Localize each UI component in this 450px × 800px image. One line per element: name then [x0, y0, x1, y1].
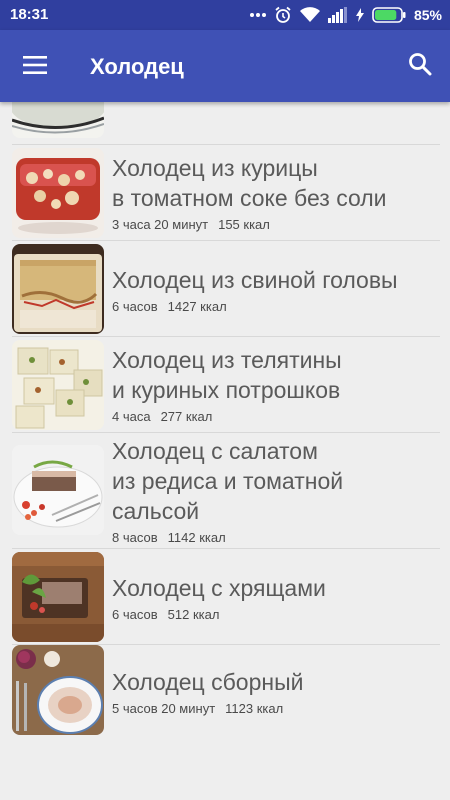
recipe-time: 5 часов 20 минут: [112, 701, 216, 716]
recipe-text: Холодец с хрящами 6 часов 512 ккал: [112, 573, 440, 622]
menu-button[interactable]: [14, 46, 56, 88]
list-item-partial[interactable]: [12, 102, 440, 145]
recipe-meta: 4 часа 277 ккал: [112, 409, 440, 424]
recipe-meta: 3 часа 20 минут 155 ккал: [112, 217, 440, 232]
recipe-name-line: в томатном соке без соли: [112, 185, 387, 211]
recipe-calories: 277 ккал: [160, 409, 213, 424]
recipe-time: 8 часов: [112, 530, 158, 545]
recipe-name: Холодец сборный: [112, 667, 440, 697]
recipe-time: 3 часа 20 минут: [112, 217, 209, 232]
recipe-name-line: сальсой: [112, 498, 200, 524]
recipe-meta: 5 часов 20 минут 1123 ккал: [112, 701, 440, 716]
recipe-meta: 6 часов 512 ккал: [112, 607, 440, 622]
recipe-text: Холодец из курицы в томатном соке без со…: [112, 153, 440, 232]
recipe-thumbnail: [12, 445, 104, 535]
battery-icon: [372, 7, 406, 23]
recipe-name-line: Холодец с салатом: [112, 438, 318, 464]
recipe-calories: 512 ккал: [167, 607, 220, 622]
list-item[interactable]: Холодец с салатом из редиса и томатной с…: [12, 433, 440, 549]
recipe-name-line: Холодец из свиной головы: [112, 267, 398, 293]
status-icons: 85%: [249, 5, 442, 25]
recipe-thumbnail: [12, 148, 104, 238]
list-item[interactable]: Холодец из свиной головы 6 часов 1427 кка…: [12, 241, 440, 337]
recipe-name: Холодец из курицы в томатном соке без со…: [112, 153, 440, 213]
recipe-name-line: Холодец из телятины: [112, 347, 342, 373]
recipe-calories: 1142 ккал: [167, 530, 226, 545]
more-dots-icon: [249, 12, 266, 18]
hamburger-menu-icon: [23, 55, 47, 79]
recipe-time: 6 часов: [112, 299, 158, 314]
list-item[interactable]: Холодец из курицы в томатном соке без со…: [12, 145, 440, 241]
recipe-thumbnail: [12, 244, 104, 334]
recipe-thumbnail: [12, 102, 104, 138]
wifi-icon: [299, 7, 320, 23]
list-item[interactable]: Холодец сборный 5 часов 20 минут 1123 кка…: [12, 645, 440, 741]
recipe-calories: 1123 ккал: [225, 701, 284, 716]
recipe-calories: 1427 ккал: [167, 299, 227, 314]
list-item[interactable]: Холодец с хрящами 6 часов 512 ккал: [12, 549, 440, 645]
recipe-name: Холодец с хрящами: [112, 573, 440, 603]
recipe-thumbnail: [12, 340, 104, 430]
recipe-name: Холодец с салатом из редиса и томатной с…: [112, 436, 440, 526]
recipe-calories: 155 ккал: [218, 217, 270, 232]
recipe-list[interactable]: Холодец из курицы в томатном соке без со…: [0, 102, 450, 800]
charging-icon: [355, 8, 364, 22]
recipe-time: 6 часов: [112, 607, 158, 622]
alarm-icon: [274, 6, 292, 24]
recipe-name-line: Холодец с хрящами: [112, 575, 326, 601]
status-time: 18:31: [10, 6, 49, 23]
search-button[interactable]: [400, 46, 440, 86]
signal-icon: [327, 7, 348, 23]
recipe-name-line: и куриных потрошков: [112, 377, 341, 403]
recipe-name: Холодец из свиной головы: [112, 265, 440, 295]
recipe-text: Холодец из свиной головы 6 часов 1427 кка…: [112, 265, 440, 314]
list-item[interactable]: Холодец из телятины и куриных потрошков …: [12, 337, 440, 433]
recipe-name-line: Холодец из курицы: [112, 155, 318, 181]
recipe-meta: 6 часов 1427 ккал: [112, 299, 440, 314]
recipe-thumbnail: [12, 645, 104, 735]
recipe-meta: 8 часов 1142 ккал: [112, 530, 440, 545]
recipe-thumbnail: [12, 552, 104, 642]
recipe-name-line: Холодец сборный: [112, 669, 304, 695]
app-bar: Холодец: [0, 30, 450, 102]
page-title: Холодец: [90, 54, 184, 79]
search-icon: [408, 52, 432, 81]
recipe-time: 4 часа: [112, 409, 151, 424]
status-bar: 18:31 85%: [0, 0, 450, 30]
recipe-name-line: из редиса и томатной: [112, 468, 344, 494]
recipe-text: Холодец из телятины и куриных потрошков …: [112, 345, 440, 424]
battery-percent: 85%: [413, 7, 442, 23]
recipe-text: Холодец сборный 5 часов 20 минут 1123 кка…: [112, 667, 440, 716]
recipe-text: Холодец с салатом из редиса и томатной с…: [112, 436, 440, 545]
recipe-name: Холодец из телятины и куриных потрошков: [112, 345, 440, 405]
